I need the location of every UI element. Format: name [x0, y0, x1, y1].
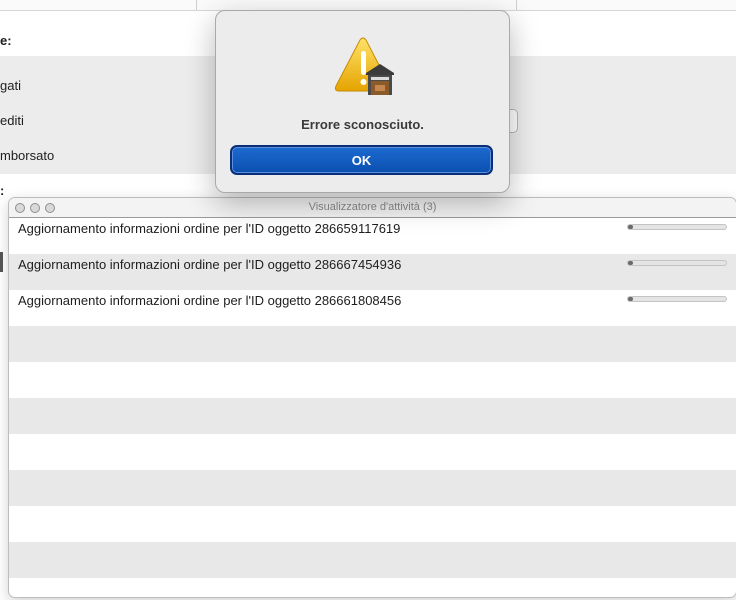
alert-message: Errore sconosciuto.	[301, 117, 424, 132]
activity-empty-row	[9, 326, 736, 362]
background-option-paid[interactable]: gati	[0, 78, 21, 93]
activity-row: Aggiornamento informazioni ordine per l'…	[9, 290, 736, 326]
activity-progress-fill	[628, 225, 633, 229]
background-section-label-2: :	[0, 183, 5, 198]
activity-empty-row	[9, 578, 736, 597]
background-option-shipped[interactable]: editi	[0, 113, 24, 128]
warning-icon	[334, 37, 394, 95]
background-option-refunded[interactable]: mborsato	[0, 148, 54, 163]
ok-button[interactable]: OK	[230, 145, 493, 175]
activity-row-text: Aggiornamento informazioni ordine per l'…	[18, 221, 401, 236]
activity-viewer-title: Visualizzatore d'attività (3)	[308, 201, 437, 213]
activity-empty-row	[9, 470, 736, 506]
activity-empty-row	[9, 506, 736, 542]
activity-empty-row	[9, 398, 736, 434]
activity-progress-bar	[627, 260, 727, 266]
activity-row-text: Aggiornamento informazioni ordine per l'…	[18, 293, 402, 308]
activity-progress-bar	[627, 224, 727, 230]
activity-progress-fill	[628, 297, 633, 301]
activity-progress-fill	[628, 261, 633, 265]
activity-row-text: Aggiornamento informazioni ordine per l'…	[18, 257, 402, 272]
background-section-label: e:	[0, 33, 12, 48]
error-alert-dialog: Errore sconosciuto. OK	[215, 10, 510, 193]
activity-viewer-titlebar[interactable]: Visualizzatore d'attività (3)	[9, 198, 736, 218]
background-edge-control	[0, 252, 3, 272]
activity-row: Aggiornamento informazioni ordine per l'…	[9, 218, 736, 254]
activity-row: Aggiornamento informazioni ordine per l'…	[9, 254, 736, 290]
activity-empty-row	[9, 542, 736, 578]
activity-viewer-window: Visualizzatore d'attività (3) Aggiorname…	[8, 197, 736, 598]
activity-progress-bar	[627, 296, 727, 302]
activity-list: Aggiornamento informazioni ordine per l'…	[9, 218, 736, 597]
activity-empty-row	[9, 362, 736, 398]
activity-empty-row	[9, 434, 736, 470]
